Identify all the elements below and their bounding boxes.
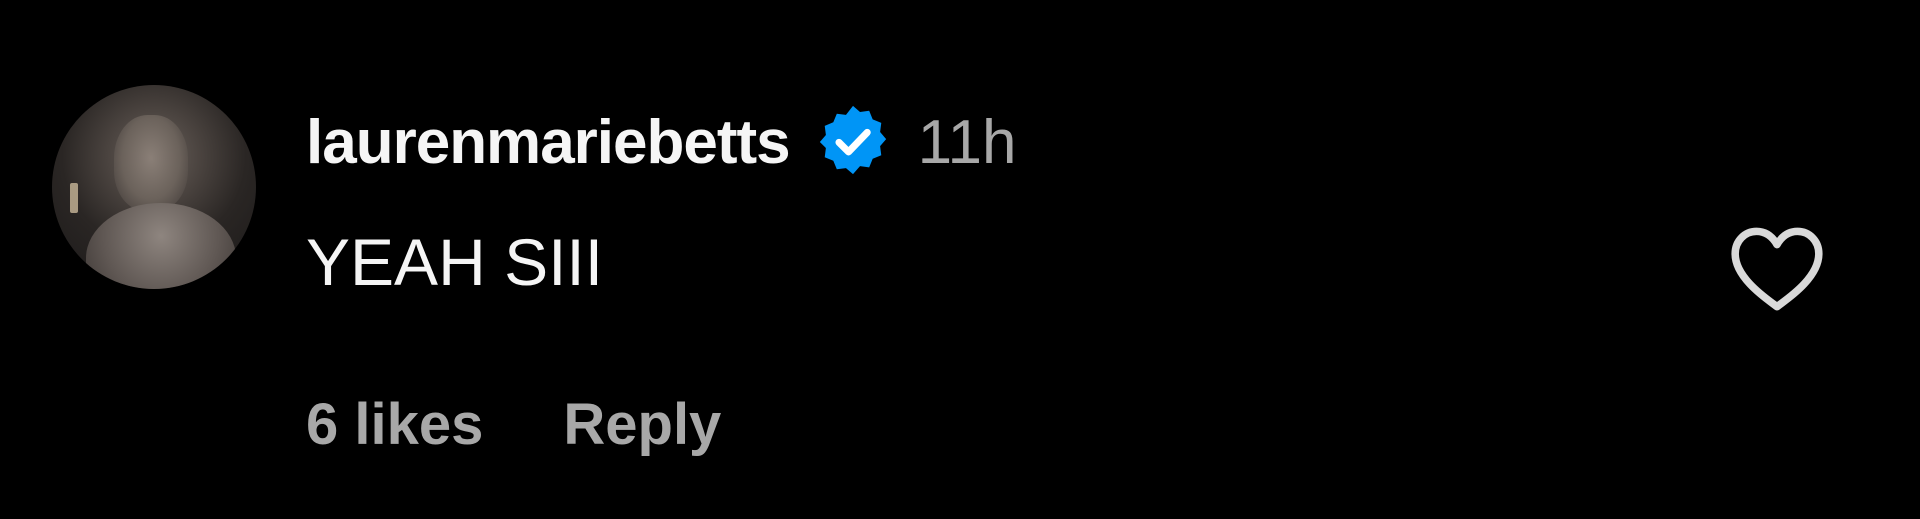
username-link[interactable]: laurenmariebetts — [306, 107, 791, 178]
comment-actions: 6 likes Reply — [306, 388, 721, 460]
avatar-body — [86, 203, 236, 289]
comment-timestamp: 11h — [917, 107, 1017, 177]
comment-text: YEAH SIII — [306, 225, 604, 299]
comment-header: laurenmariebetts 11h — [306, 100, 1016, 184]
verified-badge-icon — [814, 103, 892, 181]
likes-count[interactable]: 6 likes — [306, 391, 483, 458]
avatar[interactable] — [52, 85, 256, 289]
avatar-background-light — [70, 183, 78, 213]
heart-icon[interactable] — [1726, 222, 1828, 314]
comment: laurenmariebetts 11h YEAH SIII 6 likes R… — [0, 0, 1920, 519]
avatar-face — [114, 115, 188, 211]
reply-button[interactable]: Reply — [563, 391, 721, 458]
